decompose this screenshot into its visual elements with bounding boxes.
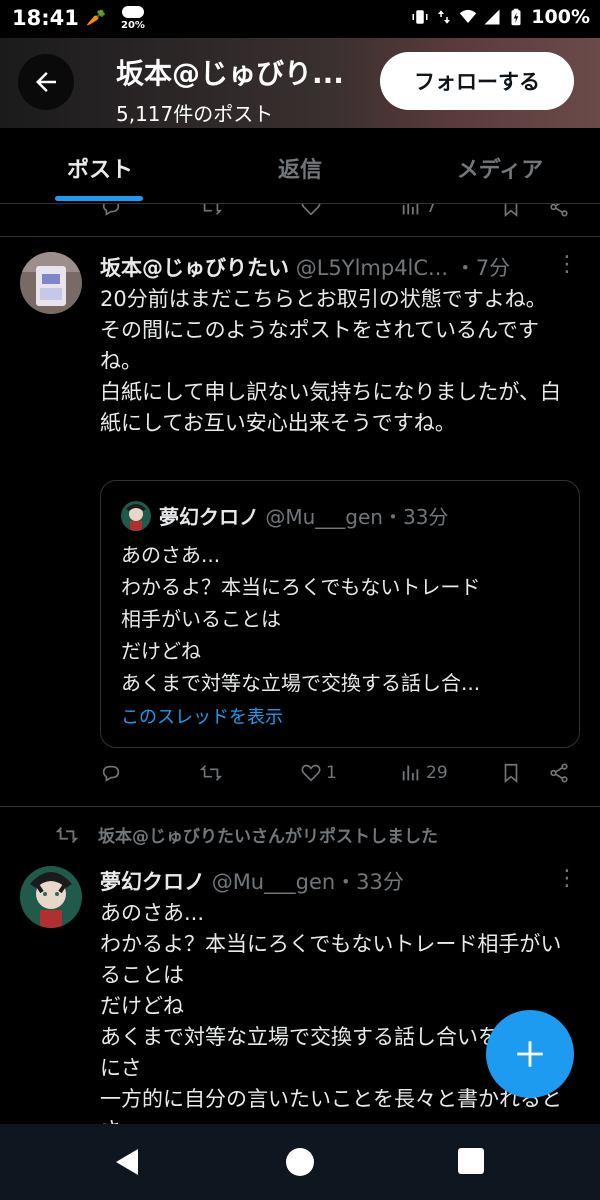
share-button[interactable] <box>548 762 570 784</box>
follow-button[interactable]: フォローする <box>380 52 574 110</box>
quote-header: 夢幻クロノ @Mu___gen・33分 <box>159 501 448 530</box>
views-count: 7 <box>426 204 437 217</box>
bookmark-icon <box>504 763 518 784</box>
bookmark-button[interactable] <box>500 762 522 784</box>
status-time: 18:41 <box>12 6 79 30</box>
tab-media[interactable]: メディア <box>400 128 600 203</box>
divider <box>0 236 600 237</box>
system-nav-bar <box>0 1124 600 1200</box>
quote-display-name: 夢幻クロノ <box>159 505 259 529</box>
tweet-text: 20分前はまだこちらとお取引の状態ですよね。 その間にこのようなポストをされてい… <box>100 287 561 435</box>
carrot-icon: 🥕 <box>86 8 106 27</box>
avatar[interactable] <box>20 866 82 928</box>
bookmark-icon <box>504 204 518 218</box>
tab-replies[interactable]: 返信 <box>200 128 400 203</box>
display-name[interactable]: 坂本@じゅびりたい <box>100 256 289 280</box>
back-button[interactable] <box>18 54 74 110</box>
quote-avatar <box>121 501 151 531</box>
more-options-icon[interactable]: ⋮ <box>556 252 578 277</box>
repost-notice[interactable]: 坂本@じゅびりたいさんがリポストしました <box>56 822 438 847</box>
status-bar: 18:41 🥕 20% 100% <box>0 0 600 38</box>
compose-button[interactable] <box>486 1010 574 1098</box>
reply-icon <box>102 765 120 782</box>
views-icon <box>402 765 419 781</box>
nav-back-icon[interactable] <box>112 1146 142 1178</box>
signal-icon <box>484 9 500 25</box>
views-icon <box>402 204 419 215</box>
handle[interactable]: @Mu___gen <box>212 870 336 894</box>
views-button[interactable]: 29 <box>400 762 448 784</box>
reply-button[interactable] <box>100 762 122 784</box>
repost-icon <box>56 826 78 843</box>
back-arrow-icon <box>36 72 56 92</box>
repost-icon <box>200 765 222 781</box>
timestamp[interactable]: ・33分 <box>335 870 404 894</box>
views-count: 29 <box>426 763 448 783</box>
heart-icon <box>301 764 321 782</box>
timeline[interactable]: 7 坂本@じゅびりたい @L5Ylmp4lC... ・7分 ⋮ 20分前はまだこ… <box>0 204 600 1124</box>
like-button[interactable] <box>300 204 322 218</box>
views-button[interactable]: 7 <box>400 204 437 218</box>
repost-button[interactable] <box>200 204 222 218</box>
share-icon <box>550 763 568 783</box>
battery-icon <box>511 8 521 26</box>
reply-button[interactable] <box>100 204 122 218</box>
vibrate-icon <box>412 10 428 24</box>
timestamp[interactable]: ・7分 <box>455 256 510 280</box>
handle[interactable]: @L5Ylmp4lC... <box>296 256 448 280</box>
show-thread-link[interactable]: このスレッドを表示 <box>121 703 283 729</box>
profile-header: 坂本@じゅびり... 5,117件のポスト フォローする <box>0 38 600 128</box>
like-button[interactable]: 1 <box>300 762 337 784</box>
nav-home-icon[interactable] <box>284 1146 316 1178</box>
share-button[interactable] <box>548 204 570 218</box>
share-icon <box>550 204 568 217</box>
wifi-icon <box>460 9 477 23</box>
quoted-tweet[interactable]: 夢幻クロノ @Mu___gen・33分 あのさあ... わかるよ？本当にろくでも… <box>100 480 580 748</box>
profile-name: 坂本@じゅびり... <box>116 57 344 90</box>
avatar[interactable] <box>20 252 82 314</box>
repost-button[interactable] <box>200 762 222 784</box>
tweet-header: 夢幻クロノ @Mu___gen・33分 <box>100 866 404 896</box>
quote-text: あのさあ... わかるよ？本当にろくでもないトレード 相手がいることは だけどね… <box>121 543 481 695</box>
profile-tabs: ポスト 返信 メディア <box>0 128 600 204</box>
repost-icon <box>200 204 222 215</box>
display-name[interactable]: 夢幻クロノ <box>100 870 205 894</box>
battery-percent: 100% <box>531 6 590 28</box>
nav-recents-icon[interactable] <box>456 1146 486 1176</box>
weather-percent: 20% <box>121 20 145 31</box>
like-count: 1 <box>326 763 337 783</box>
status-icons: 100% <box>411 6 590 28</box>
post-count: 5,117件のポスト <box>116 102 274 126</box>
tweet-header: 坂本@じゅびりたい @L5Ylmp4lC... ・7分 <box>100 252 510 282</box>
repost-notice-text: 坂本@じゅびりたいさんがリポストしました <box>98 827 438 847</box>
tweet-actions: 1 29 <box>100 762 580 792</box>
plus-icon <box>517 1041 543 1067</box>
quote-handle: @Mu___gen <box>265 505 383 529</box>
quote-timestamp: ・33分 <box>382 505 449 529</box>
more-options-icon[interactable]: ⋮ <box>556 866 578 891</box>
heart-icon <box>301 204 321 216</box>
divider <box>0 806 600 807</box>
bookmark-button[interactable] <box>500 204 522 218</box>
prev-tweet-actions: 7 <box>100 204 580 226</box>
weather-icon: 20% <box>118 4 148 34</box>
data-arrows-icon <box>438 10 451 24</box>
tab-posts[interactable]: ポスト <box>0 128 200 203</box>
reply-icon <box>102 204 120 216</box>
